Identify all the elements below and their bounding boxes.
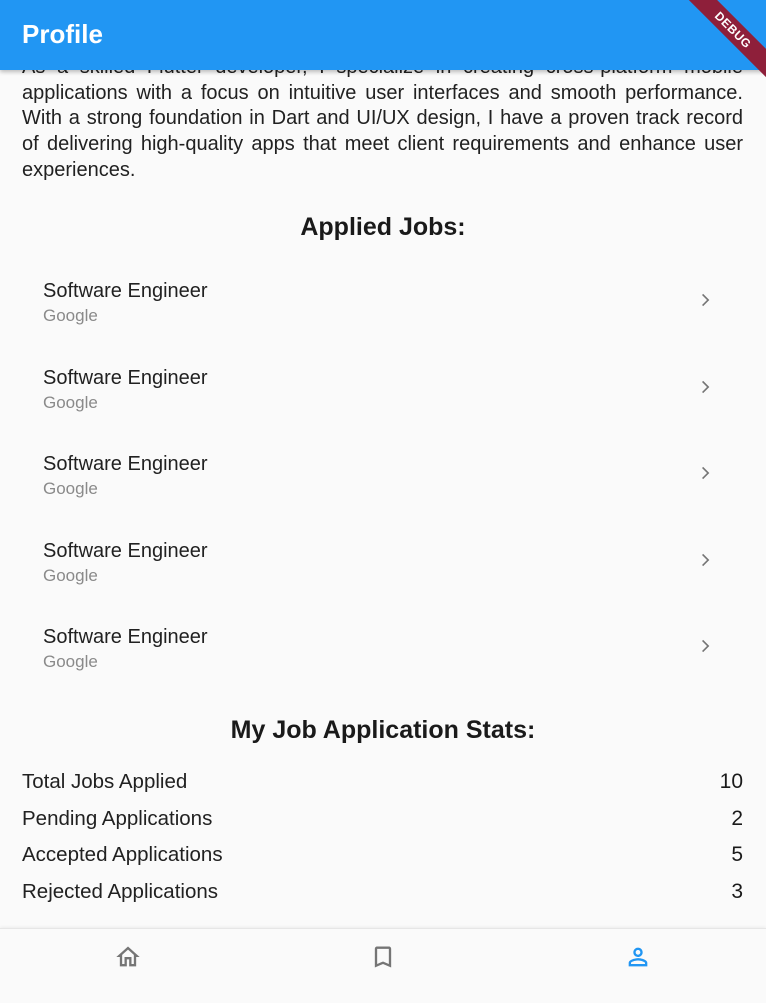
- stat-value: 2: [731, 806, 743, 830]
- chevron-right-icon: [702, 553, 710, 566]
- applied-jobs-list: Software Engineer Google Software Engine…: [0, 266, 766, 699]
- job-list-item[interactable]: Software Engineer Google: [0, 353, 766, 440]
- job-list-item[interactable]: Software Engineer Google: [0, 612, 766, 699]
- person-icon: [628, 947, 648, 967]
- chevron-right-icon: [702, 380, 710, 393]
- stat-label: Rejected Applications: [22, 879, 219, 903]
- stat-row: Rejected Applications 3: [22, 874, 743, 911]
- stat-value: 10: [719, 770, 743, 794]
- page-title: Profile: [22, 18, 103, 49]
- nav-item-profile[interactable]: [510, 929, 766, 1003]
- nav-item-saved[interactable]: [255, 929, 510, 1003]
- stats-table: Total Jobs Applied 10 Pending Applicatio…: [22, 764, 743, 910]
- job-title: Software Engineer: [43, 626, 208, 648]
- job-title: Software Engineer: [43, 453, 208, 475]
- job-company: Google: [43, 392, 98, 412]
- job-company: Google: [43, 306, 98, 325]
- chevron-right-icon: [702, 639, 710, 653]
- job-title: Software Engineer: [43, 280, 208, 302]
- stat-row: Pending Applications 2: [22, 801, 743, 838]
- stat-row: Total Jobs Applied 10: [22, 764, 743, 801]
- job-company: Google: [43, 652, 98, 671]
- stat-label: Total Jobs Applied: [22, 770, 188, 794]
- bottom-navigation-bar: [0, 928, 766, 1003]
- job-title: Software Engineer: [43, 366, 208, 389]
- job-title: Software Engineer: [43, 539, 208, 562]
- chevron-right-icon: [702, 466, 710, 480]
- bio-paragraph: As a skilled Flutter developer, I specia…: [22, 56, 743, 181]
- stat-row: Accepted Applications 5: [22, 837, 743, 874]
- job-list-item[interactable]: Software Engineer Google: [0, 266, 766, 353]
- bookmark-icon: [374, 946, 391, 968]
- stat-label: Accepted Applications: [22, 843, 223, 867]
- chevron-right-icon: [702, 293, 710, 307]
- job-list-item[interactable]: Software Engineer Google: [0, 526, 766, 613]
- app-bar: Profile: [0, 0, 766, 70]
- app-root: As a skilled Flutter developer, I specia…: [0, 0, 766, 1003]
- stat-label: Pending Applications: [22, 806, 213, 830]
- job-company: Google: [43, 479, 98, 498]
- job-company: Google: [43, 565, 98, 585]
- profile-scroll-view[interactable]: As a skilled Flutter developer, I specia…: [0, 0, 766, 928]
- stat-value: 5: [731, 843, 743, 867]
- home-icon: [115, 946, 140, 967]
- applied-jobs-heading: Applied Jobs:: [300, 213, 466, 241]
- nav-item-home[interactable]: [0, 929, 255, 1003]
- stat-value: 3: [731, 879, 743, 903]
- stats-heading: My Job Application Stats:: [230, 716, 536, 744]
- job-list-item[interactable]: Software Engineer Google: [0, 439, 766, 526]
